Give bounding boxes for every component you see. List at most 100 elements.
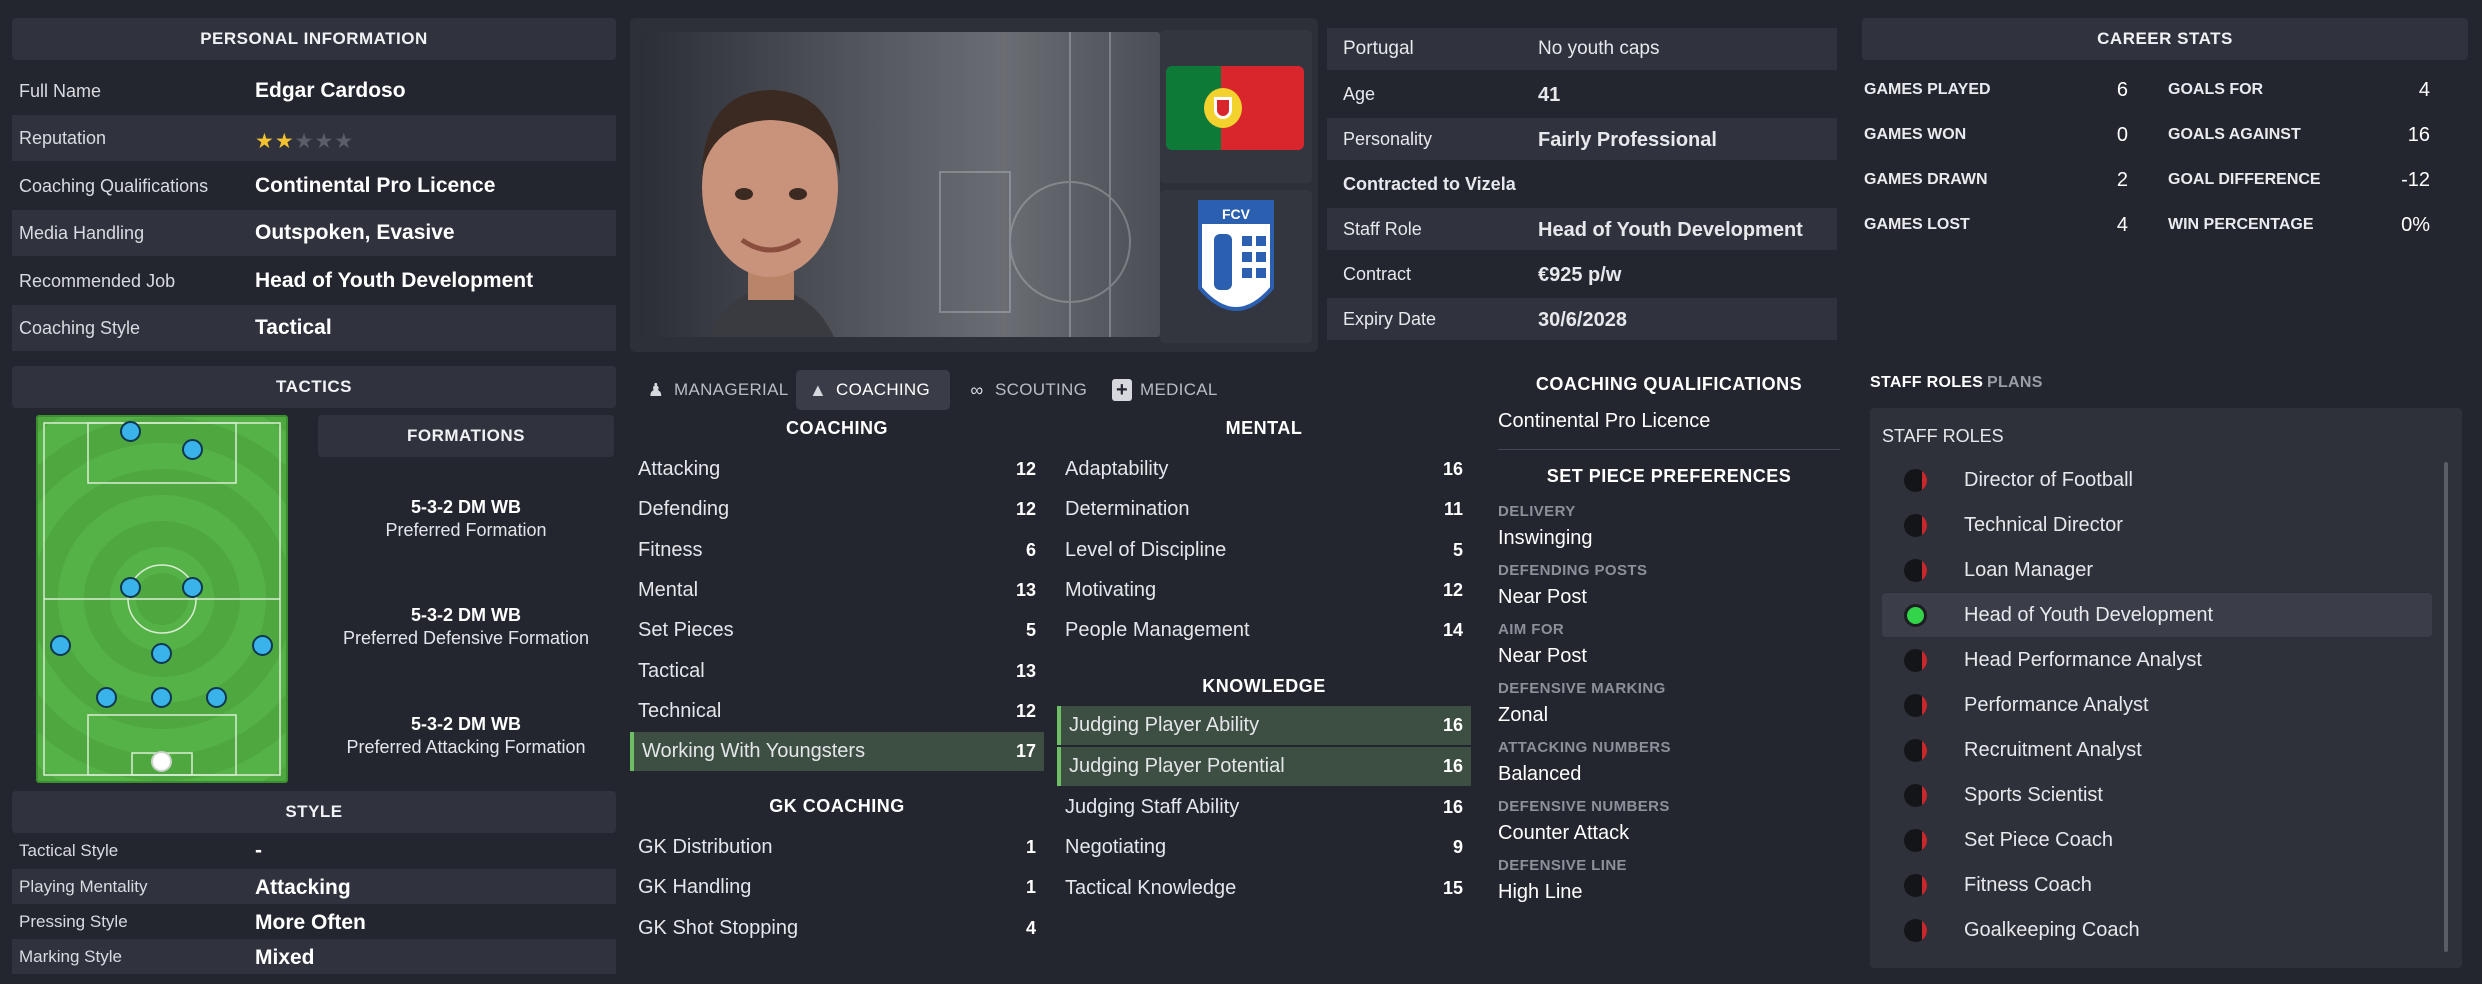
attribute-row[interactable]: Set Pieces 5	[630, 611, 1044, 650]
staff-role-label: Fitness Coach	[1964, 874, 2092, 896]
attribute-row[interactable]: Motivating 12	[1057, 571, 1471, 610]
club-badge-tile[interactable]: FCV	[1160, 190, 1312, 343]
attribute-row[interactable]: Negotiating 9	[1057, 828, 1471, 867]
nation-value[interactable]: Portugal	[1343, 28, 1414, 70]
formation-pitch[interactable]	[36, 415, 288, 783]
staff-role-item[interactable]: Head Performance Analyst	[1882, 638, 2432, 683]
attribute-label: Negotiating	[1065, 836, 1167, 859]
attribute-label: GK Distribution	[638, 836, 773, 858]
player-marker[interactable]	[151, 687, 172, 708]
staff-portrait[interactable]	[640, 32, 1160, 337]
player-marker[interactable]	[96, 687, 117, 708]
tab-plans[interactable]: PLANS	[1987, 374, 2043, 392]
formation-name[interactable]: 5-3-2 DM WB	[318, 605, 614, 626]
tactics-header: TACTICS	[12, 366, 616, 408]
attribute-row[interactable]: Mental 13	[630, 571, 1044, 610]
player-marker[interactable]	[206, 687, 227, 708]
player-marker[interactable]	[252, 635, 273, 656]
player-marker[interactable]	[151, 643, 172, 664]
tab-managerial[interactable]: ♟ MANAGERIAL	[634, 370, 790, 410]
attribute-row[interactable]: Fitness 6	[630, 531, 1044, 570]
player-marker[interactable]	[182, 577, 203, 598]
tab-staff-roles[interactable]: STAFF ROLES	[1870, 374, 1983, 392]
roles-scrollbar[interactable]	[2444, 462, 2448, 952]
attribute-row[interactable]: Attacking 12	[630, 450, 1044, 489]
staff-role-item[interactable]: Sports Scientist	[1882, 773, 2432, 818]
attribute-row[interactable]: Adaptability 16	[1057, 450, 1471, 489]
personality-label: Personality	[1343, 129, 1433, 149]
attribute-row[interactable]: GK Shot Stopping 4	[630, 909, 1044, 948]
player-marker[interactable]	[120, 577, 141, 598]
player-marker[interactable]	[182, 439, 203, 460]
nation-flag-tile[interactable]	[1160, 30, 1312, 183]
stat-goal-difference: GOAL DIFFERENCE -12	[2168, 158, 2430, 202]
stat-goals-for: GOALS FOR 4	[2168, 68, 2430, 112]
goalkeeper-marker[interactable]	[151, 751, 172, 772]
formation-name[interactable]: 5-3-2 DM WB	[318, 714, 614, 735]
attribute-label: GK Handling	[638, 876, 752, 899]
player-marker[interactable]	[50, 635, 71, 656]
staff-role-label: Goalkeeping Coach	[1964, 919, 2140, 941]
attribute-value: 13	[1015, 660, 1036, 681]
attribute-row[interactable]: Judging Player Ability 16	[1057, 706, 1471, 745]
row-staff-role: Staff Role Head of Youth Development	[1327, 208, 1837, 250]
staff-role-item[interactable]: Head of Youth Development	[1882, 593, 2432, 638]
row-playing-mentality: Playing Mentality Attacking	[12, 869, 616, 904]
set-piece-label: DEFENSIVE NUMBERS	[1498, 798, 1670, 815]
attribute-value: 1	[1025, 877, 1036, 898]
attribute-row[interactable]: GK Distribution 1	[630, 828, 1044, 867]
attribute-value: 16	[1442, 715, 1463, 735]
tab-coaching[interactable]: ▲ COACHING	[796, 370, 950, 410]
unsuitable-status-icon	[1904, 469, 1927, 492]
staff-role-item[interactable]: Loan Manager	[1882, 548, 2432, 593]
set-piece-preferences-title: SET PIECE PREFERENCES	[1546, 466, 1792, 486]
attribute-value: 14	[1442, 620, 1463, 641]
attribute-row[interactable]: Tactical 13	[630, 652, 1044, 691]
knowledge-section-title: KNOWLEDGE	[1202, 676, 1326, 696]
media-handling-label: Media Handling	[19, 223, 145, 243]
contracted-to-label[interactable]: Contracted to Vizela	[1343, 163, 1516, 205]
attribute-value: 6	[1025, 539, 1036, 560]
attribute-row[interactable]: Tactical Knowledge 15	[1057, 869, 1471, 908]
attribute-row[interactable]: People Management 14	[1057, 611, 1471, 650]
staff-role-item[interactable]: Set Piece Coach	[1882, 818, 2432, 863]
profile-panel: FCV	[630, 18, 1318, 352]
tab-medical[interactable]: + MEDICAL	[1100, 370, 1240, 410]
attribute-value: 12	[1015, 700, 1036, 721]
coaching-qualifications-label: Coaching Qualifications	[19, 176, 209, 196]
attribute-row[interactable]: Technical 12	[630, 692, 1044, 731]
stat-games-drawn: GAMES DRAWN 2	[1864, 158, 2128, 202]
staff-role-item[interactable]: Performance Analyst	[1882, 683, 2432, 728]
staff-role-item[interactable]: Goalkeeping Coach	[1882, 908, 2432, 953]
attribute-row[interactable]: GK Handling 1	[630, 868, 1044, 907]
stat-value: -12	[2401, 169, 2430, 191]
attribute-row[interactable]: Judging Staff Ability 16	[1057, 788, 1471, 827]
stat-label: GOALS AGAINST	[2168, 126, 2301, 143]
attribute-row[interactable]: Defending 12	[630, 490, 1044, 529]
attribute-row[interactable]: Judging Player Potential 16	[1057, 746, 1471, 786]
person-face-icon	[702, 90, 840, 337]
stat-games-played: GAMES PLAYED 6	[1864, 68, 2128, 112]
attribute-row[interactable]: Level of Discipline 5	[1057, 531, 1471, 570]
staff-role-item[interactable]: Recruitment Analyst	[1882, 728, 2432, 773]
unsuitable-status-icon	[1904, 514, 1927, 537]
staff-role-item[interactable]: Director of Football	[1882, 458, 2432, 503]
attribute-row[interactable]: Determination 11	[1057, 490, 1471, 529]
attribute-label: GK Shot Stopping	[638, 916, 799, 939]
tab-label: SCOUTING	[995, 380, 1088, 399]
recommended-job-label: Recommended Job	[19, 271, 176, 291]
tab-scouting[interactable]: ∞ SCOUTING	[955, 370, 1105, 410]
svg-text:FCV: FCV	[1222, 206, 1251, 222]
attribute-label: Technical	[638, 699, 722, 722]
player-marker[interactable]	[120, 421, 141, 442]
staff-role-item[interactable]: Fitness Coach	[1882, 863, 2432, 908]
tactical-style-value: -	[255, 839, 262, 862]
attribute-value: 16	[1442, 459, 1463, 479]
stat-games-won: GAMES WON 0	[1864, 113, 2128, 157]
staff-roles-subheader: STAFF ROLES	[1882, 426, 2004, 446]
formation-name[interactable]: 5-3-2 DM WB	[318, 497, 614, 518]
staff-role-item[interactable]: Technical Director	[1882, 503, 2432, 548]
set-piece-label: DEFENSIVE LINE	[1498, 857, 1627, 874]
row-contract: Contract €925 p/w	[1327, 253, 1837, 295]
attribute-row[interactable]: Working With Youngsters 17	[630, 732, 1044, 772]
